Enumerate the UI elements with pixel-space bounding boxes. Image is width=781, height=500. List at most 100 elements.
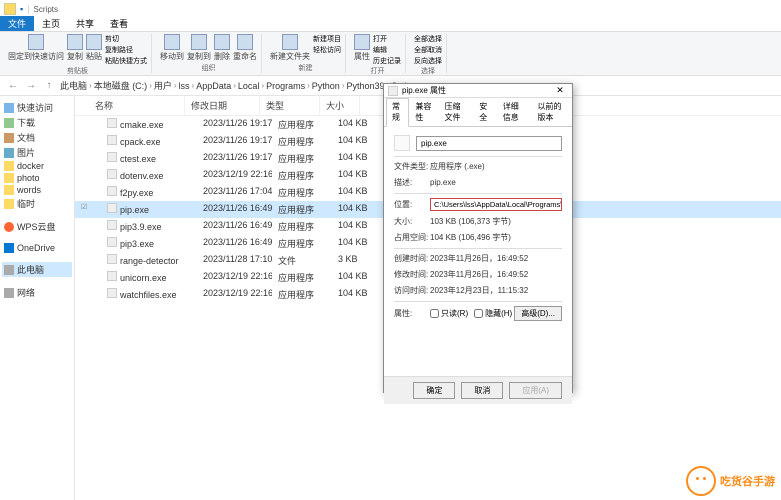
- close-button[interactable]: ✕: [552, 85, 568, 96]
- folder-icon: [4, 3, 16, 15]
- history-button[interactable]: 历史记录: [373, 56, 401, 66]
- nav-thispc[interactable]: 此电脑: [2, 262, 72, 277]
- back-button[interactable]: ←: [6, 79, 20, 93]
- cancel-button[interactable]: 取消: [461, 382, 503, 399]
- nav-docker[interactable]: docker: [2, 160, 72, 172]
- pasteshortcut-button[interactable]: 粘贴快捷方式: [105, 56, 147, 66]
- advanced-button[interactable]: 高级(D)...: [514, 306, 562, 321]
- created-value: 2023年11月26日，16:49:52: [430, 253, 562, 264]
- copypath-button[interactable]: 复制路径: [105, 45, 147, 55]
- nav-photo[interactable]: photo: [2, 172, 72, 184]
- cut-button[interactable]: 剪切: [105, 34, 147, 44]
- nav-pictures[interactable]: 图片: [2, 145, 72, 160]
- attr-label: 属性:: [394, 308, 430, 319]
- file-icon: [394, 135, 410, 151]
- breadcrumb-item[interactable]: lss: [179, 81, 190, 91]
- filetype-label: 文件类型:: [394, 161, 430, 172]
- tab-general[interactable]: 常规: [386, 98, 409, 127]
- delete-button[interactable]: 删除: [214, 34, 230, 62]
- tab-compress[interactable]: 压缩文件: [439, 98, 474, 126]
- paste-button[interactable]: 粘贴: [86, 34, 102, 66]
- breadcrumb-item[interactable]: Programs: [266, 81, 305, 91]
- up-button[interactable]: ↑: [42, 79, 56, 93]
- ondisk-value: 104 KB (106,496 字节): [430, 232, 562, 243]
- ondisk-label: 占用空间:: [394, 232, 430, 243]
- group-select: 选择: [421, 66, 435, 76]
- nav-documents[interactable]: 文档: [2, 130, 72, 145]
- accessed-label: 访问时间:: [394, 285, 430, 296]
- nav-wps[interactable]: WPS云盘: [2, 219, 72, 234]
- breadcrumb-item[interactable]: Local: [238, 81, 260, 91]
- tab-security[interactable]: 安全: [473, 98, 496, 126]
- watermark-icon: [686, 466, 716, 496]
- desc-value: pip.exe: [430, 178, 562, 187]
- app-icon: [388, 86, 398, 96]
- tab-compat[interactable]: 兼容性: [409, 98, 438, 126]
- ribbon-tabs: 文件 主页 共享 查看: [0, 18, 781, 32]
- tab-share[interactable]: 共享: [68, 16, 102, 31]
- invertselection-button[interactable]: 反向选择: [414, 56, 442, 66]
- copyto-button[interactable]: 复制到: [187, 34, 211, 62]
- dialog-title: pip.exe 属性: [402, 85, 552, 96]
- tab-home[interactable]: 主页: [34, 16, 68, 31]
- accessed-value: 2023年12月23日，11:15:32: [430, 285, 562, 296]
- copy-button[interactable]: 复制: [67, 34, 83, 66]
- ribbon: 固定到快速访问 复制 粘贴 剪切 复制路径 粘贴快捷方式 剪贴板 移动到 复制到…: [0, 32, 781, 76]
- selectnone-button[interactable]: 全部取消: [414, 45, 442, 55]
- group-organize: 组织: [202, 63, 216, 73]
- modified-label: 修改时间:: [394, 269, 430, 280]
- group-new: 新建: [299, 63, 313, 73]
- edit-button[interactable]: 编辑: [373, 45, 401, 55]
- open-button[interactable]: 打开: [373, 34, 401, 44]
- nav-words[interactable]: words: [2, 184, 72, 196]
- apply-button[interactable]: 应用(A): [509, 382, 562, 399]
- nav-quick-access[interactable]: 快速访问: [2, 100, 72, 115]
- group-open: 打开: [371, 66, 385, 76]
- header-size: 大小: [320, 96, 360, 115]
- breadcrumb-item[interactable]: 此电脑: [60, 79, 87, 92]
- forward-button[interactable]: →: [24, 79, 38, 93]
- created-label: 创建时间:: [394, 253, 430, 264]
- tab-view[interactable]: 查看: [102, 16, 136, 31]
- header-type: 类型: [260, 96, 320, 115]
- watermark-text: 吃货谷手游: [720, 473, 775, 489]
- readonly-checkbox[interactable]: 只读(R): [430, 308, 468, 319]
- breadcrumb-item[interactable]: Python: [312, 81, 340, 91]
- header-name: 名称: [75, 96, 185, 115]
- nav-downloads[interactable]: 下载: [2, 115, 72, 130]
- nav-temp[interactable]: 临时: [2, 196, 72, 211]
- desc-label: 描述:: [394, 177, 430, 188]
- location-label: 位置:: [394, 199, 430, 210]
- window-title: Scripts: [34, 5, 58, 14]
- breadcrumb-item[interactable]: 用户: [154, 79, 172, 92]
- size-label: 大小:: [394, 216, 430, 227]
- newfolder-button[interactable]: 新建文件夹: [270, 34, 310, 62]
- breadcrumb-item[interactable]: 本地磁盘 (C:): [94, 79, 148, 92]
- watermark: 吃货谷手游: [686, 466, 775, 496]
- breadcrumb-item[interactable]: AppData: [196, 81, 231, 91]
- newitem-button[interactable]: 新建项目: [313, 34, 341, 44]
- tab-details[interactable]: 详细信息: [497, 98, 532, 126]
- separator: |: [27, 4, 29, 14]
- ok-button[interactable]: 确定: [413, 382, 455, 399]
- quick-access-pin-icon[interactable]: ▪: [20, 4, 23, 14]
- location-value: C:\Users\lss\AppData\Local\Programs\Pyth…: [430, 198, 562, 211]
- selectall-button[interactable]: 全部选择: [414, 34, 442, 44]
- header-date: 修改日期: [185, 96, 260, 115]
- breadcrumb-item[interactable]: Python39: [347, 81, 385, 91]
- filetype-value: 应用程序 (.exe): [430, 161, 562, 172]
- pin-button[interactable]: 固定到快速访问: [8, 34, 64, 66]
- group-clipboard: 剪贴板: [67, 66, 88, 76]
- nav-onedrive[interactable]: OneDrive: [2, 242, 72, 254]
- navigation-pane: 快速访问 下载 文档 图片 docker photo words 临时 WPS云…: [0, 96, 75, 500]
- tab-file[interactable]: 文件: [0, 16, 34, 31]
- properties-button[interactable]: 属性: [354, 34, 370, 66]
- tab-previous[interactable]: 以前的版本: [532, 98, 573, 126]
- hidden-checkbox[interactable]: 隐藏(H): [474, 308, 512, 319]
- breadcrumb[interactable]: 此电脑›本地磁盘 (C:)›用户›lss›AppData›Local›Progr…: [60, 79, 419, 92]
- easyaccess-button[interactable]: 轻松访问: [313, 45, 341, 55]
- nav-network[interactable]: 网络: [2, 285, 72, 300]
- filename-input[interactable]: pip.exe: [416, 136, 562, 151]
- moveto-button[interactable]: 移动到: [160, 34, 184, 62]
- rename-button[interactable]: 重命名: [233, 34, 257, 62]
